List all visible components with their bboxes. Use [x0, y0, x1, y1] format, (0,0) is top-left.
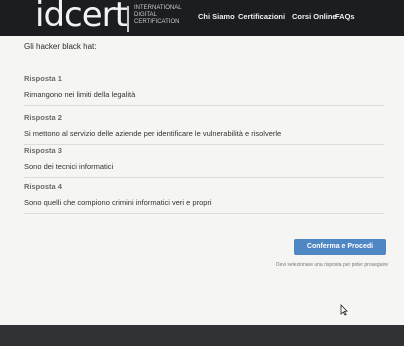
answer-divider — [24, 144, 384, 145]
answer-divider — [24, 213, 384, 214]
answer-divider — [24, 177, 384, 178]
logo-subtitle-line: CERTIFICATION — [134, 19, 180, 25]
answer-title: Risposta 4 — [24, 182, 62, 191]
mouse-cursor-icon — [340, 304, 348, 316]
quiz-page: idcert INTERNATIONAL DIGITAL CERTIFICATI… — [0, 0, 404, 325]
nav-faqs[interactable]: FAQs — [335, 12, 355, 21]
logo-subtitle: INTERNATIONAL DIGITAL CERTIFICATION — [134, 5, 182, 26]
idcert-logo[interactable]: idcert — [35, 0, 128, 32]
answer-text: Rimangono nei limiti della legalità — [24, 90, 136, 99]
nav-chi-siamo[interactable]: Chi Siamo — [198, 12, 235, 21]
answer-text: Sono quelli che compiono crimini informa… — [24, 198, 212, 207]
logo-divider — [127, 6, 129, 32]
answer-title: Risposta 3 — [24, 146, 62, 155]
nav-corsi-online[interactable]: Corsi Online — [292, 12, 337, 21]
answer-option-4[interactable]: Risposta 4 Sono quelli che compiono crim… — [24, 182, 384, 214]
top-nav-bar: idcert INTERNATIONAL DIGITAL CERTIFICATI… — [0, 0, 404, 36]
answer-title: Risposta 1 — [24, 74, 62, 83]
answer-title: Risposta 2 — [24, 113, 62, 122]
question-text: Gli hacker black hat: — [24, 42, 97, 51]
answer-option-2[interactable]: Risposta 2 Si mettono al servizio delle … — [24, 113, 384, 145]
answer-option-3[interactable]: Risposta 3 Sono dei tecnici informatici — [24, 146, 384, 178]
logo-subtitle-line: DIGITAL — [134, 12, 157, 18]
logo-subtitle-line: INTERNATIONAL — [134, 5, 182, 11]
answer-divider — [24, 105, 384, 106]
answer-text: Sono dei tecnici informatici — [24, 162, 114, 171]
answer-option-1[interactable]: Risposta 1 Rimangono nei limiti della le… — [24, 74, 384, 106]
confirm-button[interactable]: Conferma e Procedi — [294, 239, 386, 255]
selection-hint: Devi selezionare una risposta per poter … — [276, 262, 389, 268]
nav-certificazioni[interactable]: Certificazioni — [238, 12, 285, 21]
answer-text: Si mettono al servizio delle aziende per… — [24, 129, 282, 138]
